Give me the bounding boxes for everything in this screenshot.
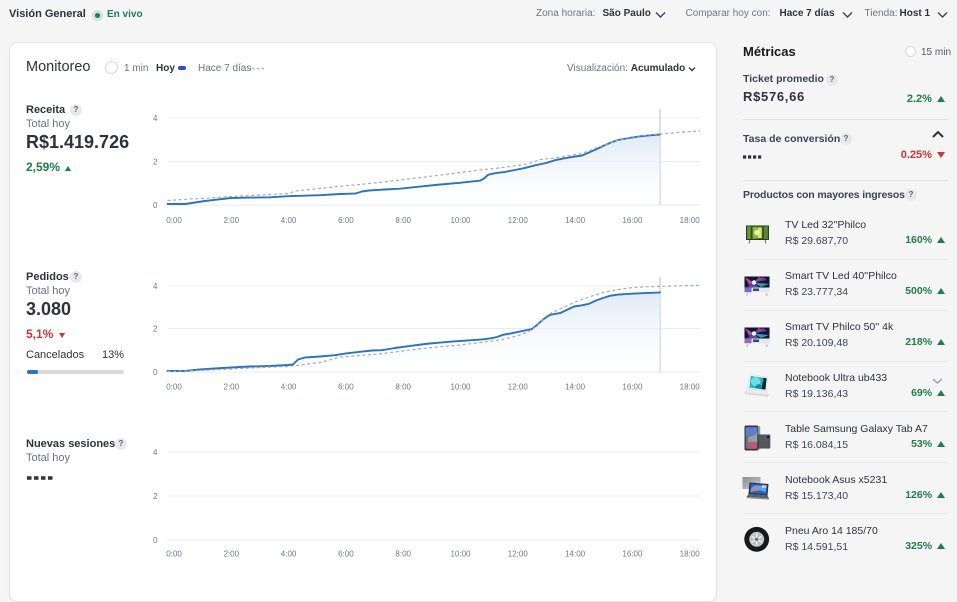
svg-text:18:00: 18:00	[680, 216, 701, 225]
svg-text:12:00: 12:00	[508, 216, 529, 225]
svg-text:4: 4	[153, 114, 158, 123]
svg-text:2:00: 2:00	[224, 216, 240, 225]
svg-text:4:00: 4:00	[281, 216, 297, 225]
svg-text:0:00: 0:00	[166, 216, 182, 225]
svg-text:8:00: 8:00	[395, 216, 411, 225]
svg-text:2: 2	[153, 325, 158, 334]
svg-text:14:00: 14:00	[565, 216, 586, 225]
svg-text:0: 0	[153, 368, 158, 377]
svg-text:0: 0	[153, 201, 158, 210]
svg-text:16:00: 16:00	[622, 216, 643, 225]
svg-text:10:00: 10:00	[450, 216, 471, 225]
svg-text:6:00: 6:00	[338, 216, 354, 225]
